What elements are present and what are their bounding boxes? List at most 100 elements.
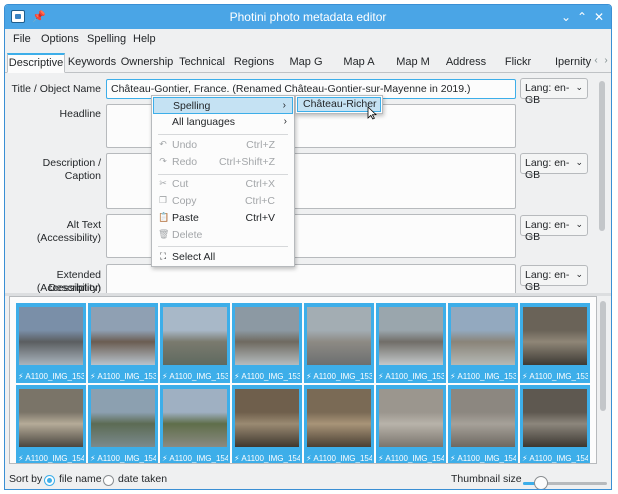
menu-spelling[interactable]: Spelling <box>87 33 126 45</box>
panel-scrollbar[interactable] <box>599 81 605 231</box>
alt-text-lang-value: Lang: en-GB <box>525 219 570 243</box>
menu-item-delete-label: Delete <box>172 229 203 241</box>
sort-date-taken-label[interactable]: date taken <box>118 473 167 485</box>
scissors-icon: ✂ <box>159 178 167 188</box>
menu-item-all-languages[interactable]: All languages › <box>153 114 293 131</box>
menu-separator <box>158 174 288 175</box>
chevron-right-icon[interactable]: › <box>601 55 611 66</box>
thumbnail-item[interactable]: ⚡ A1100_IMG_1534 <box>160 303 230 383</box>
menu-item-all-languages-label: All languages <box>172 116 236 128</box>
menu-help[interactable]: Help <box>133 33 156 45</box>
thumbnail-item[interactable]: ⚡ A1100_IMG_1540 <box>16 385 86 463</box>
thumbnail-caption: ⚡ A1100_IMG_1532 <box>18 372 84 381</box>
window-title: Photini photo metadata editor <box>229 10 387 24</box>
thumbnail-item[interactable]: ⚡ A1100_IMG_1533 <box>88 303 158 383</box>
thumbnail-item[interactable]: ⚡ A1100_IMG_1536 <box>304 303 374 383</box>
title-text: Château-Gontier, France. (Renamed Châtea… <box>111 83 471 95</box>
thumbnail-item[interactable]: ⚡ A1100_IMG_1542 <box>160 385 230 463</box>
thumbnail-item[interactable]: ⚡ A1100_IMG_1546 <box>448 385 518 463</box>
thumbnail-caption: ⚡ A1100_IMG_1543 <box>234 454 300 463</box>
menu-item-spelling[interactable]: Spelling › <box>153 97 293 114</box>
tab-map-m[interactable]: Map M <box>387 53 439 73</box>
undo-icon: ↶ <box>159 139 167 149</box>
menu-item-paste[interactable]: 📋 Paste Ctrl+V <box>153 210 293 227</box>
menu-separator <box>158 134 288 135</box>
menu-item-cut-label: Cut <box>172 178 189 190</box>
alt-text-label-2: (Accessibility) <box>36 232 101 244</box>
menu-item-undo-shortcut: Ctrl+Z <box>246 139 275 151</box>
trash-icon: 🗑 <box>158 229 170 239</box>
thumbnail-item[interactable]: ⚡ A1100_IMG_1532 <box>16 303 86 383</box>
menu-item-select-all-label: Select All <box>172 251 216 263</box>
thumbnail-image <box>91 307 155 365</box>
menu-item-cut[interactable]: ✂ Cut Ctrl+X <box>153 176 293 193</box>
chevron-right-icon: › <box>283 116 287 127</box>
thumbnail-size-handle[interactable] <box>534 476 548 489</box>
thumbnail-item[interactable]: ⚡ A1100_IMG_1538 <box>448 303 518 383</box>
tab-descriptive[interactable]: Descriptive <box>7 53 65 73</box>
thumbnail-image <box>91 389 155 447</box>
tab-ipernity[interactable]: Ipernity <box>545 53 593 73</box>
headline-label: Headline <box>59 108 101 120</box>
extended-label-2: (Accessibility) <box>36 282 101 293</box>
sort-file-name-radio[interactable] <box>44 475 55 486</box>
thumbnail-item[interactable]: ⚡ A1100_IMG_1547 <box>520 385 590 463</box>
thumbnail-image <box>451 307 515 365</box>
thumbnail-caption: ⚡ A1100_IMG_1545 <box>378 454 444 463</box>
chevron-left-icon[interactable]: ‹ <box>591 55 601 66</box>
title-lang-value: Lang: en-GB <box>525 82 570 106</box>
thumbnail-item[interactable]: ⚡ A1100_IMG_1544 <box>304 385 374 463</box>
menu-item-select-all[interactable]: ⛶ Select All <box>153 249 293 266</box>
menu-bar: File Options Spelling Help <box>5 29 611 51</box>
sort-date-taken-radio[interactable] <box>103 475 114 486</box>
thumbnail-caption: ⚡ A1100_IMG_1539 <box>522 372 588 381</box>
thumbnail-item[interactable]: ⚡ A1100_IMG_1537 <box>376 303 446 383</box>
thumbnail-caption: ⚡ A1100_IMG_1542 <box>162 454 228 463</box>
chevron-up-icon[interactable]: ⌃ <box>573 8 591 26</box>
tab-flickr[interactable]: Flickr <box>493 53 543 73</box>
thumbnail-image <box>523 307 587 365</box>
thumbnail-caption: ⚡ A1100_IMG_1533 <box>90 372 156 381</box>
description-lang-select[interactable]: Lang: en-GB ⌄ <box>520 153 588 181</box>
menu-item-redo[interactable]: ↷ Redo Ctrl+Shift+Z <box>153 154 293 171</box>
thumbnail-item[interactable]: ⚡ A1100_IMG_1539 <box>520 303 590 383</box>
thumbnail-item[interactable]: ⚡ A1100_IMG_1543 <box>232 385 302 463</box>
thumbnail-caption: ⚡ A1100_IMG_1536 <box>306 372 372 381</box>
close-icon[interactable]: ✕ <box>590 8 608 26</box>
extended-lang-select[interactable]: Lang: en-GB ⌄ <box>520 265 588 293</box>
sort-file-name-label[interactable]: file name <box>59 473 102 485</box>
description-lang-value: Lang: en-GB <box>525 157 570 181</box>
thumbnail-image <box>451 389 515 447</box>
thumbnail-scrollbar[interactable] <box>600 301 606 411</box>
paste-icon: 📋 <box>158 212 170 222</box>
tab-keywords[interactable]: Keywords <box>67 53 117 73</box>
menu-item-delete[interactable]: 🗑 Delete <box>153 227 293 244</box>
menu-item-undo[interactable]: ↶ Undo Ctrl+Z <box>153 137 293 154</box>
menu-item-copy-label: Copy <box>172 195 197 207</box>
tab-address[interactable]: Address <box>441 53 491 73</box>
tab-regions[interactable]: Regions <box>229 53 279 73</box>
thumbnail-item[interactable]: ⚡ A1100_IMG_1545 <box>376 385 446 463</box>
thumbnail-caption: ⚡ A1100_IMG_1534 <box>162 372 228 381</box>
thumbnail-image <box>19 389 83 447</box>
tab-ownership[interactable]: Ownership <box>119 53 175 73</box>
title-lang-select[interactable]: Lang: en-GB ⌄ <box>520 78 588 106</box>
extended-input[interactable] <box>106 264 516 293</box>
chevron-down-icon: ⌄ <box>575 269 583 279</box>
menu-item-paste-label: Paste <box>172 212 199 224</box>
menu-file[interactable]: File <box>13 33 31 45</box>
title-label: Title / Object Name <box>11 83 101 95</box>
tab-map-a[interactable]: Map A <box>333 53 385 73</box>
alt-text-lang-select[interactable]: Lang: en-GB ⌄ <box>520 215 588 243</box>
thumbnail-item[interactable]: ⚡ A1100_IMG_1541 <box>88 385 158 463</box>
title-bar[interactable]: 📌 Photini photo metadata editor ⌄ ⌃ ✕ <box>5 5 611 29</box>
menu-item-copy[interactable]: ❐ Copy Ctrl+C <box>153 193 293 210</box>
thumbnail-image <box>235 389 299 447</box>
menu-options[interactable]: Options <box>41 33 79 45</box>
tab-map-g[interactable]: Map G <box>281 53 331 73</box>
thumbnail-item[interactable]: ⚡ A1100_IMG_1535 <box>232 303 302 383</box>
thumbnail-image <box>379 389 443 447</box>
copy-icon: ❐ <box>158 195 168 205</box>
tab-technical[interactable]: Technical <box>177 53 227 73</box>
menu-separator <box>158 246 288 247</box>
